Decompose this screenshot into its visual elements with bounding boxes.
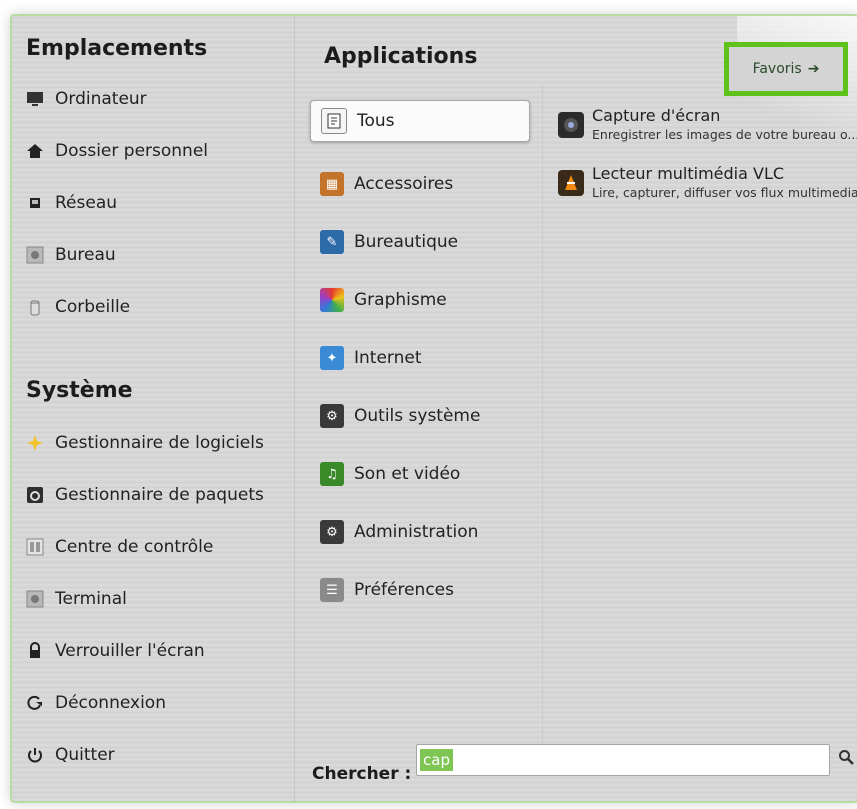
place-item-ordinateur[interactable]: Ordinateur [26,82,147,116]
trash-icon [26,298,44,316]
system-item-quitter[interactable]: Quitter [26,738,115,772]
category-label: Administration [354,522,479,542]
network-icon [26,194,44,212]
application-menu: Emplacements Ordinateur Dossier personne… [10,14,857,803]
search-input[interactable]: cap [420,749,453,771]
place-item-label: Corbeille [55,297,131,317]
preferences-icon: ☰ [320,578,344,602]
results-panel: Capture d'écran Enregistrer les images d… [558,106,857,222]
accessories-icon: ▦ [320,172,344,196]
system-title: Système [26,378,133,403]
system-item-label: Déconnexion [55,693,166,713]
logout-icon [26,694,44,712]
column-divider [542,86,543,746]
app-capture-ecran[interactable]: Capture d'écran Enregistrer les images d… [558,106,857,164]
search-field[interactable]: cap [416,744,830,776]
monitor-icon [26,90,44,108]
category-outils-systeme[interactable]: ⚙ Outils système [310,396,528,436]
app-vlc[interactable]: Lecteur multimédia VLC Lire, capturer, d… [558,164,857,222]
category-label: Outils système [354,406,481,426]
category-label: Tous [357,111,395,131]
system-tools-icon: ⚙ [320,404,344,428]
category-tous[interactable]: Tous [310,100,530,142]
category-label: Préférences [354,580,454,600]
favorites-button[interactable]: Favoris ➔ [724,42,848,96]
arrow-right-icon: ➔ [807,61,820,77]
place-item-label: Bureau [55,245,116,265]
left-panel: Emplacements Ordinateur Dossier personne… [12,16,295,801]
category-internet[interactable]: ✦ Internet [310,338,528,378]
office-icon: ✎ [320,230,344,254]
app-name: Capture d'écran [592,106,721,125]
category-bureautique[interactable]: ✎ Bureautique [310,222,528,262]
category-label: Graphisme [354,290,447,310]
all-apps-icon [321,108,347,134]
control-center-icon [26,538,44,556]
favorites-label: Favoris [752,61,802,77]
system-item-label: Centre de contrôle [55,537,214,557]
app-description: Lire, capturer, diffuser vos flux multim… [592,185,857,200]
place-item-bureau[interactable]: Bureau [26,238,116,272]
category-label: Accessoires [354,174,454,194]
power-icon [26,746,44,764]
app-description: Enregistrer les images de votre bureau o… [592,127,857,142]
search-icon[interactable] [838,749,854,769]
place-item-label: Dossier personnel [55,141,209,161]
system-item-terminal[interactable]: Terminal [26,582,127,616]
desktop-folder-icon [26,246,44,264]
system-item-label: Gestionnaire de paquets [55,485,264,505]
category-graphisme[interactable]: Graphisme [310,280,528,320]
system-item-verrouiller[interactable]: Verrouiller l'écran [26,634,205,668]
place-item-label: Ordinateur [55,89,147,109]
place-item-dossier-personnel[interactable]: Dossier personnel [26,134,208,168]
sound-video-icon: ♫ [320,462,344,486]
system-item-deconnexion[interactable]: Déconnexion [26,686,166,720]
system-item-centre-controle[interactable]: Centre de contrôle [26,530,213,564]
terminal-icon [26,590,44,608]
category-label: Internet [354,348,422,368]
category-label: Bureautique [354,232,459,252]
places-title: Emplacements [26,36,208,61]
app-name: Lecteur multimédia VLC [592,164,785,183]
graphics-icon [320,288,344,312]
place-item-label: Réseau [55,193,118,213]
vlc-icon [558,170,584,196]
search-label: Chercher : [312,764,412,784]
category-accessoires[interactable]: ▦ Accessoires [310,164,528,204]
software-manager-icon [26,434,44,452]
system-item-label: Verrouiller l'écran [55,641,205,661]
home-icon [26,142,44,160]
package-manager-icon [26,486,44,504]
category-administration[interactable]: ⚙ Administration [310,512,528,552]
internet-icon: ✦ [320,346,344,370]
categories-panel: Applications Tous ▦ Accessoires ✎ Bureau… [308,16,542,736]
screenshot-icon [558,112,584,138]
system-item-label: Terminal [55,589,127,609]
administration-icon: ⚙ [320,520,344,544]
applications-title: Applications [324,44,478,69]
place-item-corbeille[interactable]: Corbeille [26,290,130,324]
system-item-gestionnaire-logiciels[interactable]: Gestionnaire de logiciels [26,426,264,460]
category-preferences[interactable]: ☰ Préférences [310,570,528,610]
system-item-label: Gestionnaire de logiciels [55,433,264,453]
system-item-gestionnaire-paquets[interactable]: Gestionnaire de paquets [26,478,264,512]
place-item-reseau[interactable]: Réseau [26,186,117,220]
category-label: Son et vidéo [354,464,461,484]
lock-icon [26,642,44,660]
system-item-label: Quitter [55,745,115,765]
category-son-video[interactable]: ♫ Son et vidéo [310,454,528,494]
